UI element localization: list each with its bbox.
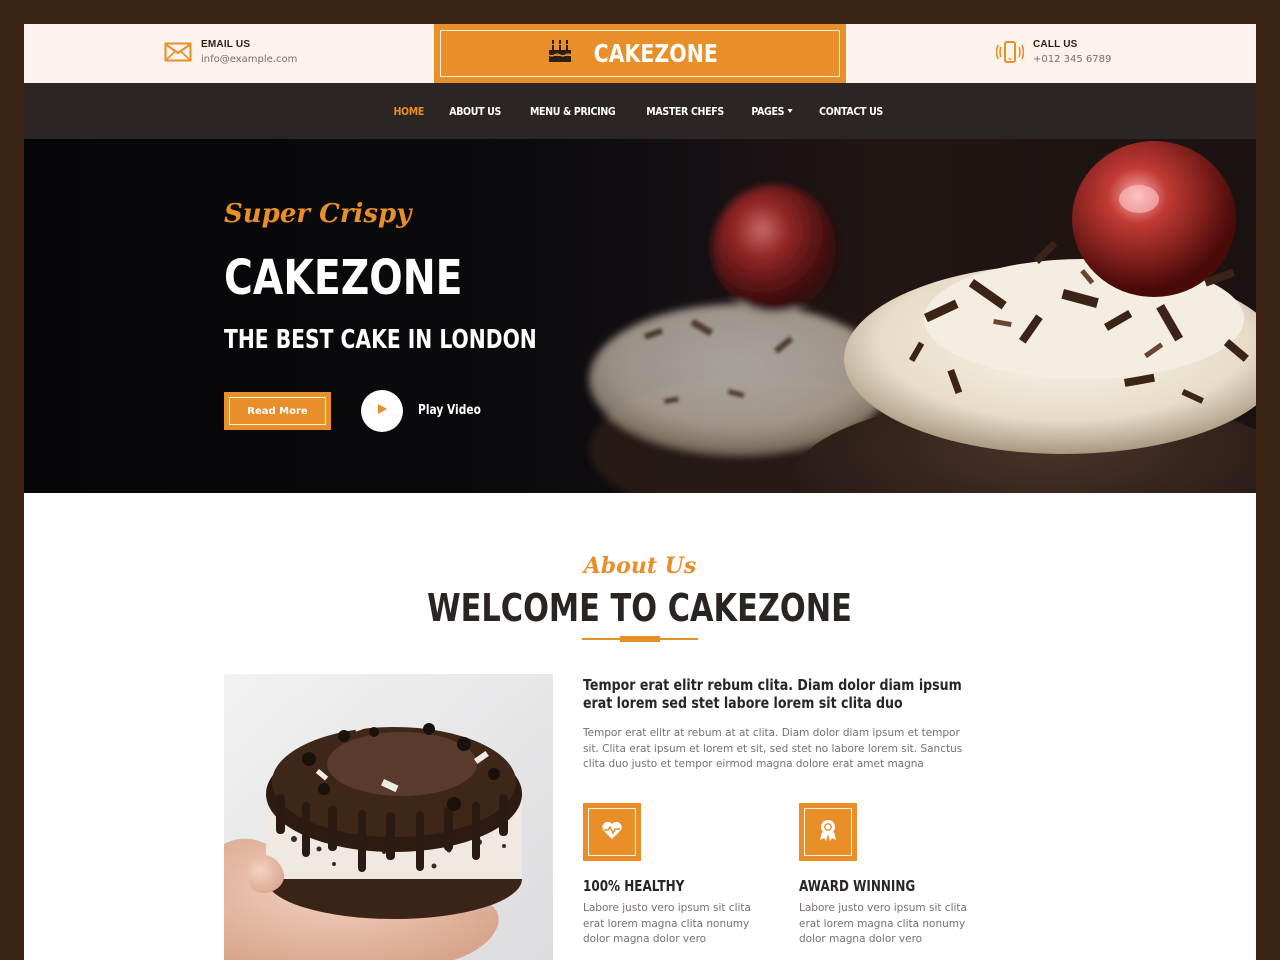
nav-home[interactable]: HOME — [394, 105, 425, 118]
hero-subtitle: THE BEST CAKE IN LONDON — [224, 325, 537, 355]
feature-icon-box — [799, 803, 857, 861]
phone-label: CALL US — [1033, 39, 1078, 50]
email-label: EMAIL US — [201, 39, 251, 50]
play-video-label[interactable]: Play Video — [418, 403, 481, 418]
phone-vibrate-icon — [996, 38, 1024, 66]
feature-award: AWARD WINNING Labore justo vero ipsum si… — [799, 803, 989, 948]
award-ribbon-icon — [819, 819, 837, 846]
phone-contact[interactable]: CALL US +012 345 6789 — [996, 38, 1111, 66]
about-cake-image — [224, 674, 553, 960]
brand-logo[interactable]: CAKEZONE — [434, 24, 846, 83]
email-contact[interactable]: EMAIL US info@example.com — [164, 38, 297, 66]
main-nav: HOME ABOUT US MENU & PRICING MASTER CHEF… — [24, 83, 1256, 139]
title-divider-accent — [620, 636, 660, 642]
feature-icon-box — [583, 803, 641, 861]
chevron-down-icon — [787, 109, 794, 113]
about-lead-text: Tempor erat elitr rebum clita. Diam dolo… — [583, 676, 962, 712]
nav-about-us[interactable]: ABOUT US — [449, 105, 501, 118]
read-more-button[interactable]: Read More — [224, 392, 331, 430]
feature-text: Labore justo vero ipsum sit clita erat l… — [799, 902, 967, 945]
hero-banner: Super Crispy CAKEZONE THE BEST CAKE IN L… — [24, 139, 1256, 493]
nav-menu-pricing[interactable]: MENU & PRICING — [530, 105, 616, 118]
nav-pages-dropdown[interactable]: PAGES — [751, 104, 794, 118]
nav-contact-us[interactable]: CONTACT US — [820, 105, 884, 118]
nav-master-chefs[interactable]: MASTER CHEFS — [647, 105, 725, 118]
hero-cake-image — [589, 141, 1256, 493]
play-icon — [376, 402, 388, 420]
play-video-button[interactable] — [361, 390, 403, 432]
about-title-text: WELCOME TO CAKEZONE — [427, 586, 853, 630]
heart-pulse-icon — [601, 820, 623, 845]
about-script-heading: About Us — [583, 553, 697, 579]
birthday-cake-icon — [548, 39, 572, 68]
feature-title: AWARD WINNING — [799, 877, 916, 895]
brand-name: CAKEZONE — [593, 39, 719, 68]
feature-text: Labore justo vero ipsum sit clita erat l… — [583, 902, 751, 945]
about-title: WELCOME TO CAKEZONE — [24, 586, 1256, 630]
envelope-icon — [164, 38, 192, 66]
nav-pages-label: PAGES — [751, 104, 785, 118]
feature-icon-frame — [588, 808, 636, 856]
feature-icon-frame — [804, 808, 852, 856]
phone-value[interactable]: +012 345 6789 — [1033, 54, 1111, 65]
email-value[interactable]: info@example.com — [201, 54, 297, 65]
feature-healthy: 100% HEALTHY Labore justo vero ipsum sit… — [583, 803, 773, 948]
page: EMAIL US info@example.com CAKEZONE CALL … — [24, 24, 1256, 960]
about-body-text: Tempor erat elitr at rebum at at clita. … — [583, 727, 963, 770]
read-more-label: Read More — [229, 397, 326, 425]
hero-script-heading: Super Crispy — [224, 199, 412, 229]
top-bar: EMAIL US info@example.com CAKEZONE CALL … — [24, 24, 1256, 83]
brand-frame: CAKEZONE — [440, 30, 840, 77]
hero-title: CAKEZONE — [224, 250, 463, 306]
feature-title: 100% HEALTHY — [583, 877, 685, 895]
